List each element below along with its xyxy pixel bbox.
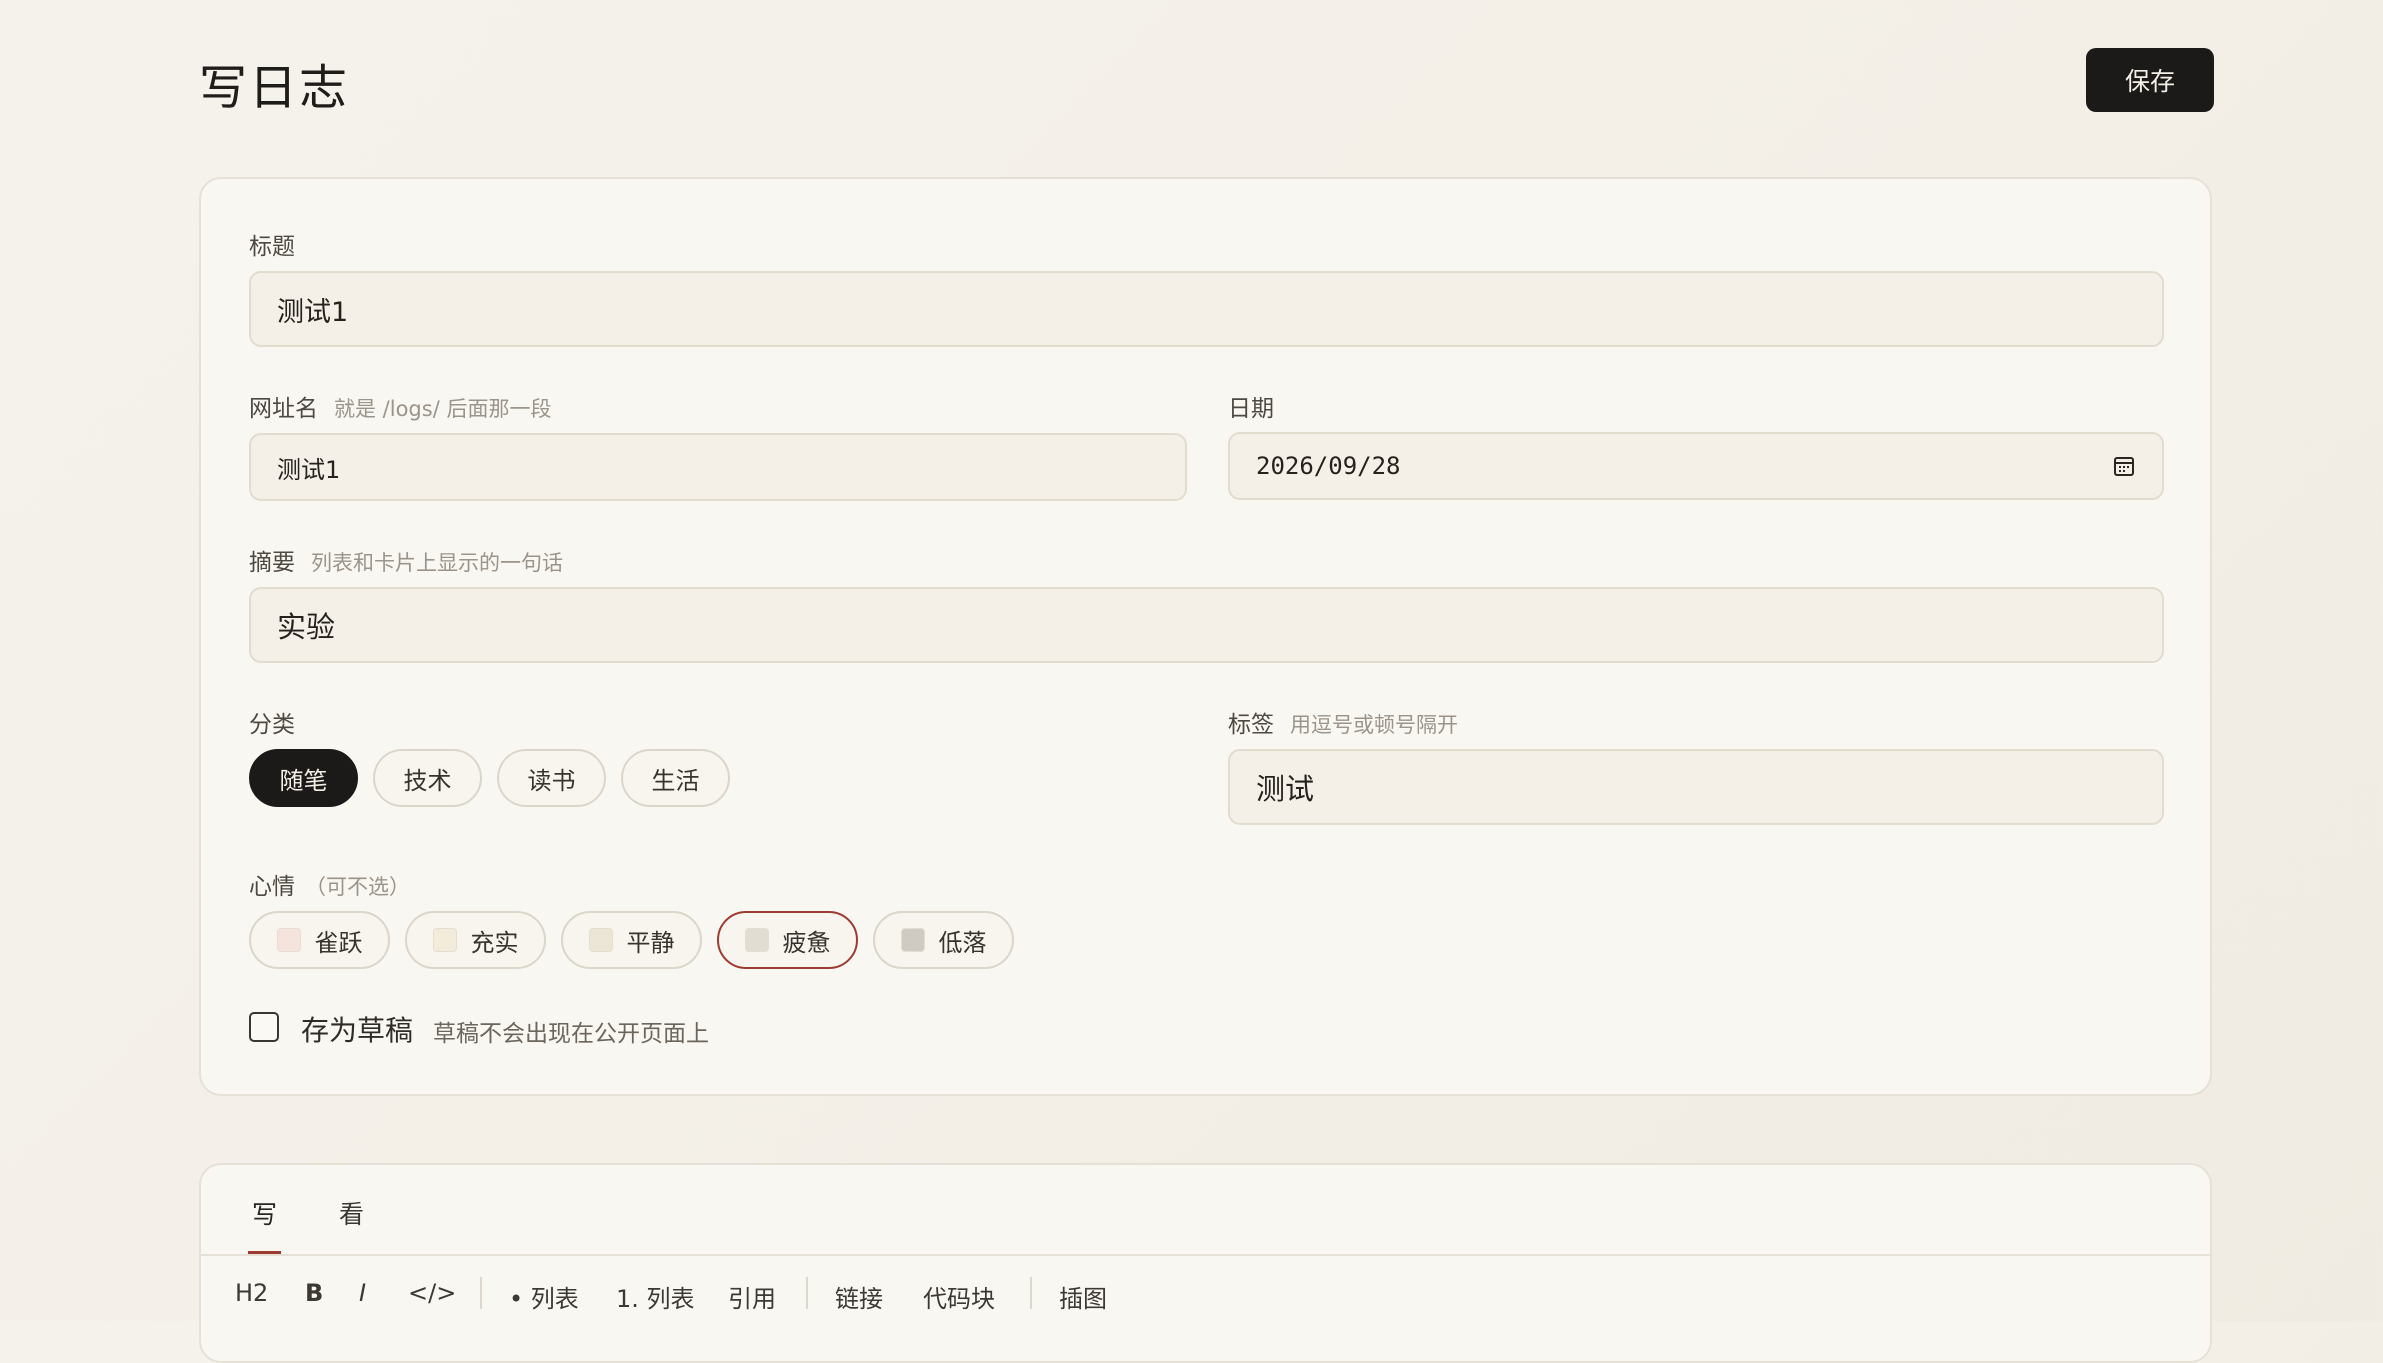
mood-swatch bbox=[588, 928, 613, 952]
mood-chip-tired[interactable]: 疲惫 bbox=[717, 911, 858, 969]
toolbar-divider bbox=[1030, 1277, 1032, 1309]
title-label-text: 标题 bbox=[249, 234, 295, 260]
mood-swatch bbox=[432, 928, 457, 952]
summary-hint: 列表和卡片上显示的一句话 bbox=[311, 551, 563, 575]
code-block-button[interactable]: 代码块 bbox=[923, 1279, 995, 1314]
mood-chip-low[interactable]: 低落 bbox=[873, 911, 1014, 969]
editor-divider bbox=[201, 1254, 2210, 1256]
summary-label: 摘要 列表和卡片上显示的一句话 bbox=[249, 543, 563, 577]
title-input[interactable]: 测试1 bbox=[249, 271, 2164, 347]
title-label: 标题 bbox=[249, 227, 295, 261]
tab-write[interactable]: 写 bbox=[252, 1195, 277, 1231]
mood-chip-calm[interactable]: 平静 bbox=[561, 911, 702, 969]
mood-chip-label: 雀跃 bbox=[314, 928, 363, 957]
date-label-text: 日期 bbox=[1228, 396, 1274, 422]
mood-label-text: 心情 bbox=[249, 874, 295, 900]
category-chip-tech[interactable]: 技术 bbox=[373, 749, 482, 807]
heading-button[interactable]: H2 bbox=[235, 1279, 268, 1307]
date-label: 日期 bbox=[1228, 389, 1274, 423]
insert-image-button[interactable]: 插图 bbox=[1059, 1279, 1107, 1314]
mood-chip-label: 充实 bbox=[470, 928, 519, 957]
slug-label: 网址名 就是 /logs/ 后面那一段 bbox=[249, 389, 551, 423]
tags-label: 标签 用逗号或顿号隔开 bbox=[1228, 705, 1458, 739]
category-chip-essay[interactable]: 随笔 bbox=[249, 749, 358, 807]
calendar-icon[interactable] bbox=[2112, 454, 2136, 478]
mood-label: 心情 （可不选） bbox=[249, 867, 410, 901]
slug-hint: 就是 /logs/ 后面那一段 bbox=[334, 397, 552, 421]
mood-chip-fulfilled[interactable]: 充实 bbox=[405, 911, 546, 969]
mood-swatch bbox=[276, 928, 301, 952]
summary-label-text: 摘要 bbox=[249, 550, 295, 576]
draft-label[interactable]: 存为草稿 bbox=[301, 1009, 413, 1049]
page-title: 写日志 bbox=[199, 60, 350, 116]
tags-input[interactable]: 测试 bbox=[1228, 749, 2164, 825]
toolbar-divider bbox=[806, 1277, 808, 1309]
summary-input[interactable]: 实验 bbox=[249, 587, 2164, 663]
italic-button[interactable]: I bbox=[359, 1279, 366, 1307]
mood-hint: （可不选） bbox=[305, 875, 410, 899]
slug-input[interactable]: 测试1 bbox=[249, 433, 1187, 501]
category-label: 分类 bbox=[249, 705, 295, 739]
inline-code-button[interactable]: </> bbox=[408, 1279, 456, 1307]
slug-label-text: 网址名 bbox=[249, 396, 318, 422]
tags-hint: 用逗号或顿号隔开 bbox=[1290, 713, 1458, 737]
link-button[interactable]: 链接 bbox=[835, 1279, 883, 1314]
quote-button[interactable]: 引用 bbox=[728, 1279, 776, 1314]
mood-chip-excited[interactable]: 雀跃 bbox=[249, 911, 390, 969]
save-button[interactable]: 保存 bbox=[2086, 48, 2214, 112]
log-form-card: 标题 测试1 网址名 就是 /logs/ 后面那一段 测试1 日期 2026/0… bbox=[199, 177, 2212, 1096]
category-chip-reading[interactable]: 读书 bbox=[497, 749, 606, 807]
mood-chip-label: 平静 bbox=[626, 928, 675, 957]
mood-chip-label: 疲惫 bbox=[782, 928, 831, 957]
date-value: 2026/09/28 bbox=[1256, 452, 1401, 480]
tags-label-text: 标签 bbox=[1228, 712, 1274, 738]
editor-panel: 写 看 H2 B I </> • 列表 1. 列表 引用 链接 代码块 插图 bbox=[199, 1163, 2212, 1363]
category-chip-life[interactable]: 生活 bbox=[621, 749, 730, 807]
draft-hint: 草稿不会出现在公开页面上 bbox=[433, 1021, 709, 1047]
toolbar-divider bbox=[480, 1277, 482, 1309]
numbered-list-button[interactable]: 1. 列表 bbox=[616, 1279, 695, 1314]
bold-button[interactable]: B bbox=[305, 1279, 323, 1307]
draft-checkbox[interactable] bbox=[249, 1012, 279, 1042]
bullet-list-button[interactable]: • 列表 bbox=[509, 1279, 579, 1314]
tab-preview[interactable]: 看 bbox=[339, 1195, 364, 1231]
mood-swatch bbox=[900, 928, 925, 952]
mood-swatch bbox=[744, 928, 769, 952]
mood-chip-label: 低落 bbox=[938, 928, 987, 957]
category-label-text: 分类 bbox=[249, 712, 295, 738]
date-input[interactable]: 2026/09/28 bbox=[1228, 432, 2164, 500]
